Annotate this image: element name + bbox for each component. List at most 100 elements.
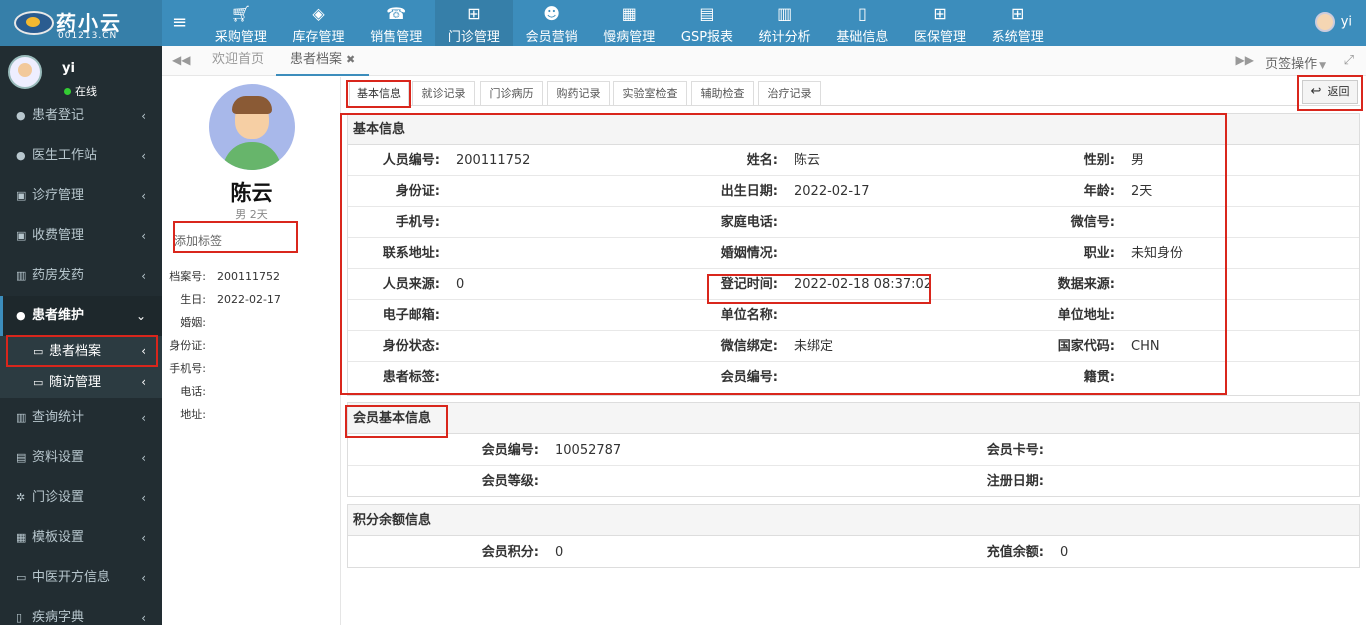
fullscreen-icon[interactable]: ⤢ bbox=[1344, 53, 1354, 68]
field-value: 0 bbox=[1060, 545, 1069, 560]
sidebar-item-patient-register[interactable]: ● 患者登记 ‹ bbox=[0, 96, 162, 136]
sidebar-item-billing[interactable]: ▣ 收费管理 ‹ bbox=[0, 216, 162, 256]
bar-chart-icon: ▥ bbox=[777, 4, 793, 23]
sidebar-item-clinic-settings[interactable]: ✲ 门诊设置 ‹ bbox=[0, 478, 162, 518]
tab-medical-records[interactable]: 门诊病历 bbox=[480, 81, 543, 106]
chevron-left-icon: ‹ bbox=[141, 189, 146, 203]
topnav-inventory[interactable]: ◈ 库存管理 bbox=[280, 0, 358, 46]
topnav-gsp[interactable]: ▤ GSP报表 bbox=[668, 0, 746, 46]
sidebar-item-disease-dictionary[interactable]: ▯ 疾病字典 ‹ bbox=[0, 598, 162, 625]
topnav-label: 慢病管理 bbox=[603, 30, 656, 45]
topnav-system[interactable]: ⊞ 系统管理 bbox=[979, 0, 1057, 46]
tab-operations-label: 页签操作 bbox=[1265, 57, 1318, 72]
field-label: 会员等级: bbox=[481, 474, 539, 489]
topnav-label: 销售管理 bbox=[370, 30, 423, 45]
medkit-icon: ▣ bbox=[16, 189, 27, 202]
tab-label: 实验室检查 bbox=[622, 87, 678, 100]
chevron-left-icon: ‹ bbox=[141, 571, 146, 585]
sidebar-item-patient-maintenance[interactable]: ● 患者维护 ⌄ bbox=[0, 296, 162, 336]
tab-aux-exams[interactable]: 辅助检查 bbox=[691, 81, 754, 106]
avatar-body bbox=[223, 142, 281, 170]
profile-field: 生日: 2022-02-17 bbox=[162, 291, 281, 307]
desktop-icon: ▭ bbox=[33, 376, 44, 389]
chevron-left-icon: ‹ bbox=[141, 149, 146, 163]
user-menu[interactable]: yi bbox=[1314, 12, 1352, 32]
highlight-box bbox=[345, 405, 448, 438]
chevron-left-icon: ‹ bbox=[141, 411, 146, 425]
topnav-label: 统计分析 bbox=[758, 30, 811, 45]
sidebar-item-tcm-prescription[interactable]: ▭ 中医开方信息 ‹ bbox=[0, 558, 162, 598]
panel-title: 积分余额信息 bbox=[348, 505, 1359, 536]
tab-welcome[interactable]: 欢迎首页 bbox=[212, 46, 264, 76]
tab-lab-tests[interactable]: 实验室检查 bbox=[613, 81, 687, 106]
profile-field: 档案号: 200111752 bbox=[162, 268, 280, 284]
topnav-clinic[interactable]: ⊞ 门诊管理 bbox=[435, 0, 513, 46]
tab-purchase-records[interactable]: 购药记录 bbox=[547, 81, 610, 106]
patient-avatar bbox=[209, 84, 295, 170]
field-value: 200111752 bbox=[217, 270, 280, 283]
panel-title: 会员基本信息 bbox=[348, 403, 1359, 434]
tab-visit-records[interactable]: 就诊记录 bbox=[412, 81, 475, 106]
users-icon: ☻ bbox=[543, 4, 560, 23]
sidebar-item-label: 随访管理 bbox=[49, 375, 102, 390]
tab-operations-dropdown[interactable]: 页签操作 ▼ bbox=[1265, 53, 1326, 72]
sidebar-item-label: 患者登记 bbox=[32, 108, 85, 123]
topnav-basic[interactable]: ▯ 基础信息 bbox=[824, 0, 902, 46]
points-balance-panel: 积分余额信息 会员积分: 0 充值余额: 0 bbox=[347, 504, 1360, 568]
topnav-member[interactable]: ☻ 会员营销 bbox=[513, 0, 591, 46]
cart-icon: 🛒︎ bbox=[230, 4, 251, 23]
windows-icon: ⊞ bbox=[933, 4, 947, 23]
topnav-sales[interactable]: ☎ 销售管理 bbox=[357, 0, 435, 46]
building-icon: ▦ bbox=[621, 4, 637, 23]
topnav-stats[interactable]: ▥ 统计分析 bbox=[746, 0, 824, 46]
sidebar-item-query-stats[interactable]: ▥ 查询统计 ‹ bbox=[0, 398, 162, 438]
patient-gender-age: 男 2天 bbox=[235, 208, 268, 221]
sidebar-item-label: 查询统计 bbox=[32, 410, 85, 425]
sidebar-item-treatment[interactable]: ▣ 诊疗管理 ‹ bbox=[0, 176, 162, 216]
chevron-left-icon: ‹ bbox=[141, 451, 146, 465]
sidebar-item-doctor-station[interactable]: ● 医生工作站 ‹ bbox=[0, 136, 162, 176]
tab-label: 患者档案 bbox=[290, 52, 343, 67]
field-label: 会员编号: bbox=[481, 443, 539, 458]
sidebar-item-followup[interactable]: ▭ 随访管理 ‹ bbox=[0, 367, 162, 398]
profile-field: 手机号: bbox=[162, 360, 217, 376]
file-icon: ▤ bbox=[699, 4, 715, 23]
sidebar-item-template-settings[interactable]: ▦ 模板设置 ‹ bbox=[0, 518, 162, 558]
book-icon: ▯ bbox=[857, 4, 867, 23]
info-row: 会员编号: 10052787 会员卡号: bbox=[348, 435, 1359, 466]
sidebar-toggle-icon[interactable]: ≡ bbox=[172, 12, 187, 33]
profile-field: 地址: bbox=[162, 406, 217, 422]
field-label: 充值余额: bbox=[986, 545, 1044, 560]
sidebar-item-pharmacy[interactable]: ▥ 药房发药 ‹ bbox=[0, 256, 162, 296]
topnav-label: 基础信息 bbox=[836, 30, 889, 45]
tab-patient-archive[interactable]: 患者档案 ✖ bbox=[276, 46, 370, 76]
tab-treatment-records[interactable]: 治疗记录 bbox=[758, 81, 821, 106]
windows-icon: ⊞ bbox=[1011, 4, 1025, 23]
tabs-scroll-right-icon[interactable]: ▶▶ bbox=[1236, 53, 1254, 67]
topnav-label: 库存管理 bbox=[292, 30, 345, 45]
field-label: 生日: bbox=[180, 293, 206, 306]
close-icon[interactable]: ✖ bbox=[346, 53, 355, 66]
highlight-box bbox=[707, 274, 931, 304]
top-navbar: 药小云 001213.CN ≡ 🛒︎ 采购管理 ◈ 库存管理 ☎ 销售管理 ⊞ 门诊管理… bbox=[0, 0, 1366, 46]
app-logo[interactable]: 药小云 001213.CN bbox=[0, 0, 162, 46]
patient-name: 陈云 bbox=[230, 181, 273, 205]
sidebar-user-name: yi bbox=[62, 61, 75, 76]
tabs-scroll-left-icon[interactable]: ◀◀ bbox=[172, 53, 190, 67]
sidebar-item-label: 患者维护 bbox=[32, 308, 85, 323]
topnav-chronic[interactable]: ▦ 慢病管理 bbox=[590, 0, 668, 46]
chevron-left-icon: ‹ bbox=[141, 375, 146, 389]
book-icon: ▯ bbox=[16, 611, 23, 624]
user-name: yi bbox=[1340, 14, 1352, 30]
sidebar-item-data-settings[interactable]: ▤ 资料设置 ‹ bbox=[0, 438, 162, 478]
field-label: 会员积分: bbox=[481, 545, 539, 560]
status-dot-icon bbox=[64, 88, 71, 95]
highlight-box bbox=[1297, 75, 1363, 111]
topnav-label: GSP报表 bbox=[680, 30, 734, 45]
sidebar-item-label: 医生工作站 bbox=[32, 148, 98, 163]
phone-icon: ☎ bbox=[386, 4, 407, 23]
topnav-purchase[interactable]: 🛒︎ 采购管理 bbox=[202, 0, 280, 46]
topnav-insurance[interactable]: ⊞ 医保管理 bbox=[901, 0, 979, 46]
tab-label: 辅助检查 bbox=[700, 87, 745, 100]
tab-label: 就诊记录 bbox=[421, 87, 466, 100]
